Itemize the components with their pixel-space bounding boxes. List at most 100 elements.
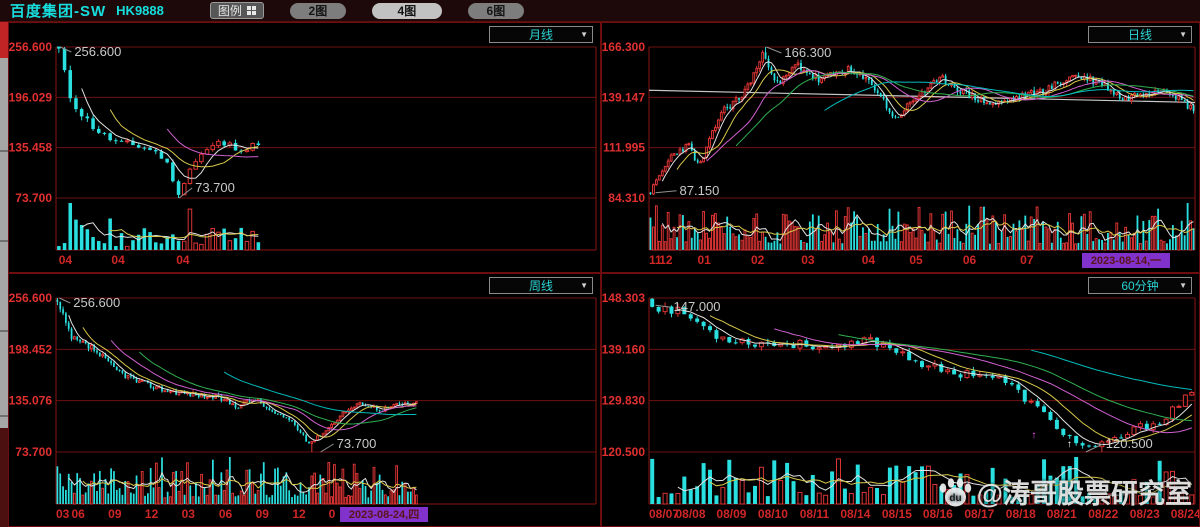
- ma-line: [109, 109, 259, 168]
- svg-text:du: du: [949, 493, 961, 504]
- price-annotation: 87.150: [680, 183, 720, 198]
- legend-button[interactable]: 图例: [209, 2, 264, 19]
- candlestick-chart-60min: 256.600198.452135.07673.70003 06 09 12 03 06 0…: [9, 291, 597, 522]
- x-axis-label: 08/15: [882, 507, 912, 521]
- x-axis-label: 08/10: [758, 507, 788, 521]
- ma-line: [68, 315, 417, 442]
- x-axis-label: 06: [219, 507, 233, 521]
- price-annotation: 73.700: [195, 180, 235, 195]
- price-annotation: 256.600: [74, 44, 121, 59]
- x-axis-label: 08/11: [800, 507, 830, 521]
- annotation-leader: [655, 190, 677, 194]
- x-axis-label: 04: [59, 253, 73, 267]
- ma-line: [661, 61, 1194, 182]
- signal-arrow-marker: ↑: [1031, 430, 1036, 441]
- chart-panel-monthly: 月线 ▼ 256.600 196.029 135.458 73.700 04 04 04 25…: [8, 22, 601, 273]
- x-axis-label: 03: [182, 507, 196, 521]
- chart-grid: 月线 ▼ 256.600 196.029 135.458 73.700 04 04 04 25…: [8, 22, 1200, 527]
- price-annotation: 120.500: [1106, 436, 1153, 451]
- x-axis-label: 06: [71, 507, 85, 521]
- candles: [57, 46, 261, 198]
- annotation-leader: [766, 46, 782, 54]
- y-axis-label: 148.303: [602, 291, 645, 305]
- y-axis-label: 135.076: [9, 394, 52, 408]
- chart-panel-weekly: 周线 ▼ 256.600 198.452 135.076 73.700 03 06 09 12…: [8, 273, 601, 527]
- price-annotation: 147.000: [674, 299, 721, 314]
- x-axis-label: 08/08: [675, 507, 705, 521]
- x-axis-label: 08/09: [716, 507, 746, 521]
- x-axis-label: 04: [862, 253, 876, 267]
- y-axis-label: 84.310: [608, 191, 645, 205]
- ma-line: [81, 88, 259, 179]
- chart-panel-daily: 日线 ▼ 166.300 139.147 111.995 84.310 11 12 01 02…: [601, 22, 1200, 273]
- period-label: 日线: [1127, 28, 1152, 42]
- candlestick-chart-monthly: 256.600 196.029 135.458 73.700 04 04 04 256.600…: [9, 40, 597, 267]
- layout-6-button[interactable]: 6图: [467, 2, 524, 19]
- x-axis-label: 12: [292, 507, 306, 521]
- period-dropdown-monthly[interactable]: 月线 ▼: [489, 26, 593, 43]
- x-axis-label: 06: [963, 253, 977, 267]
- chevron-down-icon: ▼: [580, 29, 588, 39]
- x-axis-label: 09: [256, 507, 270, 521]
- x-axis-label: 03: [801, 253, 815, 267]
- y-axis-label: 139.160: [602, 342, 645, 356]
- y-axis-label: 198.452: [9, 342, 52, 356]
- watermark-text: @涛哥股票研究室: [976, 479, 1192, 509]
- period-label: 周线: [528, 279, 553, 293]
- crosshair-date-label: 2023-08-14,一: [1091, 255, 1161, 267]
- candlestick-chart-daily: 166.300139.147111.99584.3101112 01 02 03 04 0…: [602, 40, 1196, 268]
- period-dropdown-daily[interactable]: 日线 ▼: [1088, 26, 1192, 43]
- stock-name: 百度集团-SW: [10, 3, 107, 20]
- annotation-leader: [320, 443, 334, 453]
- ma-line: [677, 308, 1193, 446]
- layout-2-button[interactable]: 2图: [289, 2, 346, 19]
- x-axis-label: 09: [108, 507, 122, 521]
- y-axis-label: 139.147: [602, 90, 645, 104]
- y-axis-label: 256.600: [9, 40, 52, 54]
- period-label: 月线: [528, 28, 553, 42]
- chevron-down-icon: ▼: [1179, 280, 1187, 290]
- x-axis-label: 02: [751, 253, 765, 267]
- y-axis-label: 196.029: [9, 90, 52, 104]
- y-axis-label: 166.300: [602, 40, 645, 54]
- price-annotation: 256.600: [73, 295, 120, 310]
- period-dropdown-60min[interactable]: 60分钟 ▼: [1088, 277, 1192, 294]
- ma-line: [735, 71, 1194, 147]
- window-edge-scrollbar[interactable]: [0, 22, 8, 527]
- chevron-down-icon: ▼: [1179, 29, 1187, 39]
- x-axis-label: 05: [909, 253, 923, 267]
- ma-line: [82, 327, 417, 438]
- volume-bars: [57, 203, 261, 251]
- annotation-leader: [1085, 443, 1104, 453]
- period-dropdown-weekly[interactable]: 周线 ▼: [489, 277, 593, 294]
- chevron-down-icon: ▼: [580, 280, 588, 290]
- signal-arrow-marker: ↑: [1067, 439, 1072, 450]
- y-axis-label: 256.600: [9, 291, 52, 305]
- legend-button-label: 图例: [217, 4, 242, 18]
- volume-ma-line: [661, 214, 1194, 242]
- scrollbar-top-segment: [0, 22, 8, 58]
- watermark: du @涛哥股票研究室: [937, 472, 1192, 511]
- baidu-paw-icon: du: [939, 477, 971, 506]
- x-axis-label: 04: [176, 253, 190, 267]
- x-axis-label: 04: [111, 253, 125, 267]
- x-axis-label: 12: [659, 253, 673, 267]
- candles: [649, 47, 1195, 195]
- crosshair-date-label: 2023-08-24,四: [349, 508, 419, 521]
- y-axis-label: 129.830: [602, 394, 645, 408]
- grid-layout-icon: [246, 6, 256, 15]
- ma-line: [1031, 349, 1192, 390]
- price-annotation: 166.300: [784, 45, 831, 60]
- y-axis-label: 135.458: [9, 141, 52, 155]
- y-axis-label: 73.700: [15, 445, 52, 459]
- price-annotation: 73.700: [337, 436, 377, 451]
- x-axis-label: 08/14: [840, 507, 870, 521]
- stock-code: HK9888: [116, 3, 164, 18]
- scrollbar-bottom-segment: [0, 428, 8, 527]
- layout-4-button[interactable]: 4图: [371, 2, 442, 19]
- x-axis-label: 07: [1020, 253, 1034, 267]
- ma-line: [223, 371, 417, 416]
- title-bar: 百度集团-SW HK9888 图例 2图 4图 6图: [0, 0, 1200, 22]
- x-axis-label: 01: [697, 253, 711, 267]
- signal-arrow-marker: ↑: [748, 338, 753, 349]
